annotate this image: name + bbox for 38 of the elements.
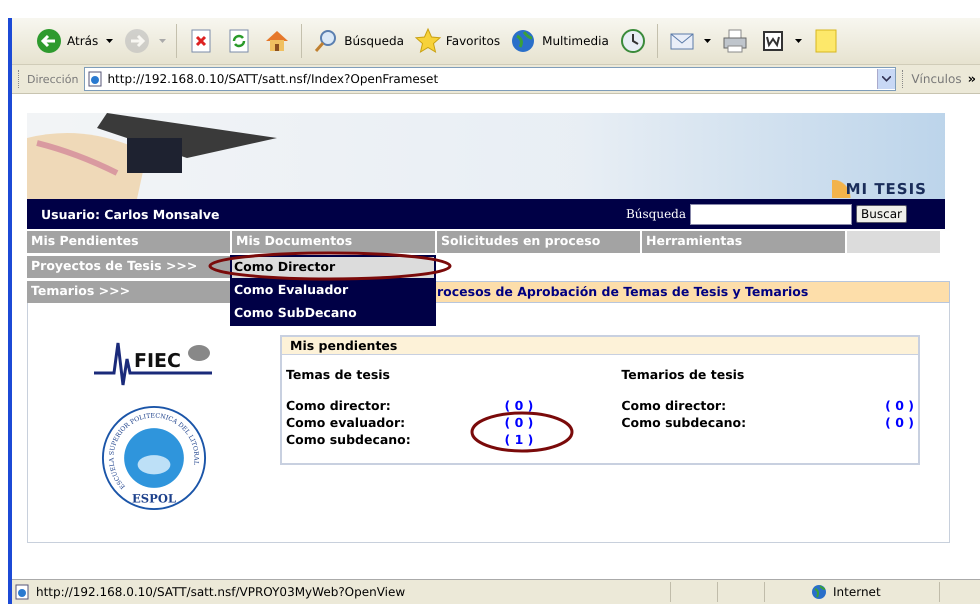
globe-icon	[811, 584, 827, 600]
address-field[interactable]: http://192.168.0.10/SATT/satt.nsf/Index?OpenFrameset	[84, 67, 896, 91]
page-icon	[87, 71, 104, 87]
search-label: Búsqueda	[626, 207, 686, 221]
dropdown-item[interactable]: Como Director	[232, 257, 434, 278]
history-clock-icon	[618, 27, 647, 55]
page-icon	[14, 584, 30, 600]
banner-title: MI TESIS	[832, 180, 927, 198]
links-button[interactable]: Vínculos	[911, 72, 962, 86]
search-button[interactable]: Buscar	[856, 205, 907, 223]
count-link[interactable]: ( 0 )	[504, 414, 592, 431]
security-zone: Internet	[833, 585, 882, 599]
row-label: Como subdecano:	[286, 431, 411, 448]
chevron-down-icon	[882, 76, 892, 82]
fiec-logo: FIEC	[94, 333, 214, 387]
column-heading: Temas de tesis	[286, 367, 391, 382]
row-label: Como director:	[286, 397, 391, 414]
count-link[interactable]: ( 0 )	[504, 397, 592, 414]
toolbar-button[interactable]: Atrás	[32, 25, 116, 57]
address-label: Dirección	[27, 72, 78, 86]
status-url: http://192.168.0.10/SATT/satt.nsf/VPROY03MyWeb?OpenView	[36, 585, 406, 599]
toolbar-button[interactable]: Multimedia	[507, 25, 612, 57]
row-label: Como director:	[621, 397, 726, 414]
row-label: Como evaluador:	[286, 414, 406, 431]
toolbar-button[interactable]: Búsqueda	[309, 25, 407, 57]
star-icon	[414, 27, 442, 55]
count-link[interactable]: ( 0 )	[885, 397, 914, 414]
count-link[interactable]: ( 1 )	[504, 431, 592, 448]
printer-icon	[720, 27, 749, 55]
count-link[interactable]: ( 0 )	[885, 414, 914, 431]
more-button[interactable]: »	[968, 72, 976, 86]
dropdown-button[interactable]	[877, 69, 896, 89]
panel-title: Mis pendientes	[282, 337, 918, 355]
user-name: Usuario: Carlos Monsalve	[41, 206, 220, 222]
search-field[interactable]	[690, 204, 852, 224]
column-heading: Temarios de tesis	[621, 367, 746, 382]
row-label: Como subdecano:	[621, 414, 746, 431]
toolbar-button[interactable]: Favoritos	[410, 25, 504, 57]
